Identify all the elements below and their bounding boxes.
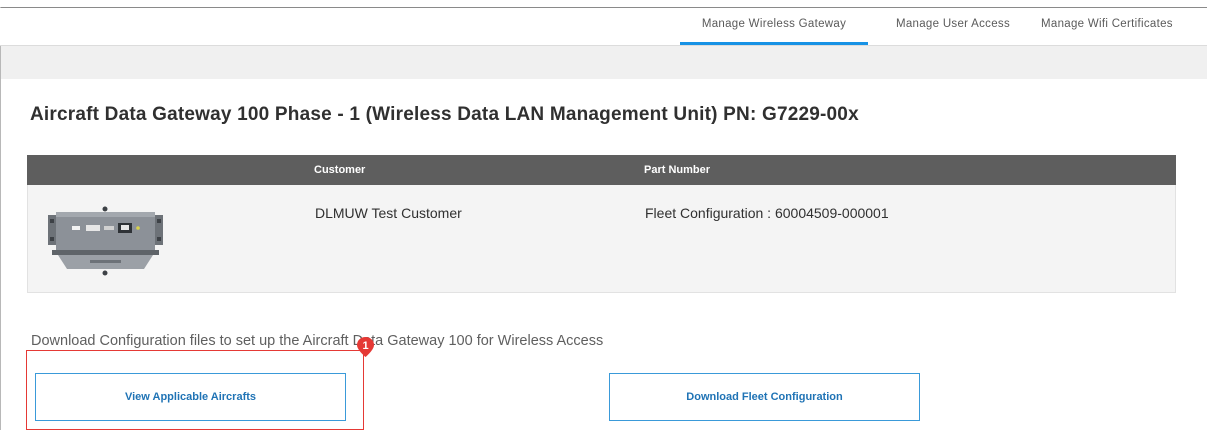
- page-title: Aircraft Data Gateway 100 Phase - 1 (Wir…: [30, 104, 859, 125]
- column-header-part-number: Part Number: [644, 164, 711, 176]
- subheader-bar: [1, 46, 1207, 79]
- step-number: 1: [362, 340, 368, 352]
- tab-manage-wireless-gateway[interactable]: Manage Wireless Gateway: [680, 8, 868, 45]
- table-row: DLMUW Test Customer Fleet Configuration …: [27, 185, 1176, 293]
- table-header: Customer Part Number: [27, 155, 1176, 185]
- column-header-customer: Customer: [314, 164, 366, 176]
- tab-manage-user-access[interactable]: Manage User Access: [878, 8, 1028, 45]
- customer-name: DLMUW Test Customer: [315, 205, 462, 221]
- step-marker-icon: 1: [357, 337, 374, 357]
- part-number-value: Fleet Configuration : 60004509-000001: [645, 205, 889, 221]
- device-gateway-image: [48, 206, 163, 276]
- top-navigation: Manage Wireless Gateway Manage User Acce…: [0, 8, 1207, 46]
- download-fleet-configuration-button[interactable]: Download Fleet Configuration: [609, 373, 920, 421]
- tab-manage-wifi-certificates[interactable]: Manage Wifi Certificates: [1041, 8, 1207, 45]
- annotation-highlight-box: [26, 350, 364, 430]
- instructions-text: Download Configuration files to set up t…: [31, 333, 604, 349]
